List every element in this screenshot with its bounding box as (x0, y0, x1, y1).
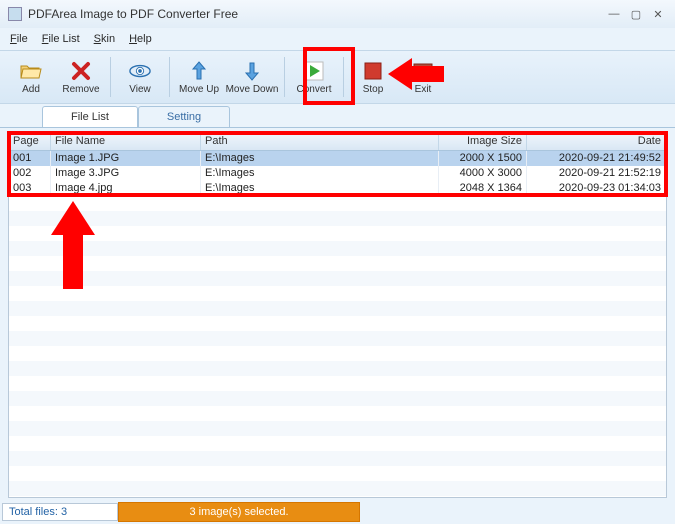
arrow-down-icon (241, 60, 263, 82)
play-icon (303, 60, 325, 82)
minimize-button[interactable]: — (605, 7, 623, 21)
stop-label: Stop (363, 84, 384, 95)
menu-filelist[interactable]: File List (42, 33, 80, 45)
col-imagesize[interactable]: Image Size (439, 133, 527, 150)
cell-path: E:\Images (201, 166, 439, 181)
window: PDFArea Image to PDF Converter Free — ▢ … (0, 0, 675, 524)
moveup-label: Move Up (179, 84, 219, 95)
add-button[interactable]: Add (6, 53, 56, 101)
col-filename[interactable]: File Name (51, 133, 201, 150)
add-label: Add (22, 84, 40, 95)
moveup-button[interactable]: Move Up (174, 53, 224, 101)
stop-button[interactable]: Stop (348, 53, 398, 101)
statusbar: Total files: 3 3 image(s) selected. (0, 500, 675, 524)
convert-button[interactable]: Convert (289, 53, 339, 101)
stop-icon (362, 60, 384, 82)
empty-rows (9, 196, 666, 497)
cell-page: 002 (9, 166, 51, 181)
exit-icon (412, 60, 434, 82)
movedown-label: Move Down (226, 84, 279, 95)
cell-date: 2020-09-23 01:34:03 (527, 181, 666, 196)
app-icon (8, 7, 22, 21)
titlebar: PDFArea Image to PDF Converter Free — ▢ … (0, 0, 675, 28)
col-date[interactable]: Date (527, 133, 666, 150)
col-path[interactable]: Path (201, 133, 439, 150)
maximize-button[interactable]: ▢ (627, 7, 645, 21)
cell-path: E:\Images (201, 181, 439, 196)
menu-help[interactable]: Help (129, 33, 152, 45)
exit-label: Exit (415, 84, 432, 95)
menu-skin[interactable]: Skin (94, 33, 115, 45)
status-selected: 3 image(s) selected. (118, 502, 360, 522)
movedown-button[interactable]: Move Down (224, 53, 280, 101)
cell-path: E:\Images (201, 151, 439, 166)
toolbar: Add Remove View Move Up Move Down (0, 50, 675, 104)
tabstrip: File List Setting (0, 104, 675, 128)
remove-label: Remove (62, 84, 99, 95)
file-grid: Page File Name Path Image Size Date 001 … (8, 132, 667, 498)
x-icon (70, 60, 92, 82)
menu-file[interactable]: File (10, 33, 28, 45)
eye-icon (129, 60, 151, 82)
grid-body: 001 Image 1.JPG E:\Images 2000 X 1500 20… (9, 151, 666, 497)
cell-filename: Image 1.JPG (51, 151, 201, 166)
convert-label: Convert (296, 84, 331, 95)
cell-date: 2020-09-21 21:49:52 (527, 151, 666, 166)
cell-page: 001 (9, 151, 51, 166)
remove-button[interactable]: Remove (56, 53, 106, 101)
close-button[interactable]: ✕ (649, 7, 667, 21)
cell-filename: Image 4.jpg (51, 181, 201, 196)
status-total: Total files: 3 (2, 503, 118, 521)
view-label: View (129, 84, 151, 95)
cell-size: 2048 X 1364 (439, 181, 527, 196)
col-page[interactable]: Page (9, 133, 51, 150)
folder-open-icon (20, 60, 42, 82)
window-title: PDFArea Image to PDF Converter Free (28, 7, 238, 21)
arrow-up-icon (188, 60, 210, 82)
cell-filename: Image 3.JPG (51, 166, 201, 181)
menubar: File File List Skin Help (0, 28, 675, 50)
view-button[interactable]: View (115, 53, 165, 101)
tab-filelist[interactable]: File List (42, 106, 138, 127)
table-row[interactable]: 003 Image 4.jpg E:\Images 2048 X 1364 20… (9, 181, 666, 196)
table-row[interactable]: 001 Image 1.JPG E:\Images 2000 X 1500 20… (9, 151, 666, 166)
cell-size: 4000 X 3000 (439, 166, 527, 181)
grid-header: Page File Name Path Image Size Date (9, 133, 666, 151)
cell-size: 2000 X 1500 (439, 151, 527, 166)
cell-date: 2020-09-21 21:52:19 (527, 166, 666, 181)
tab-setting[interactable]: Setting (138, 106, 230, 127)
cell-page: 003 (9, 181, 51, 196)
table-row[interactable]: 002 Image 3.JPG E:\Images 4000 X 3000 20… (9, 166, 666, 181)
exit-button[interactable]: Exit (398, 53, 448, 101)
